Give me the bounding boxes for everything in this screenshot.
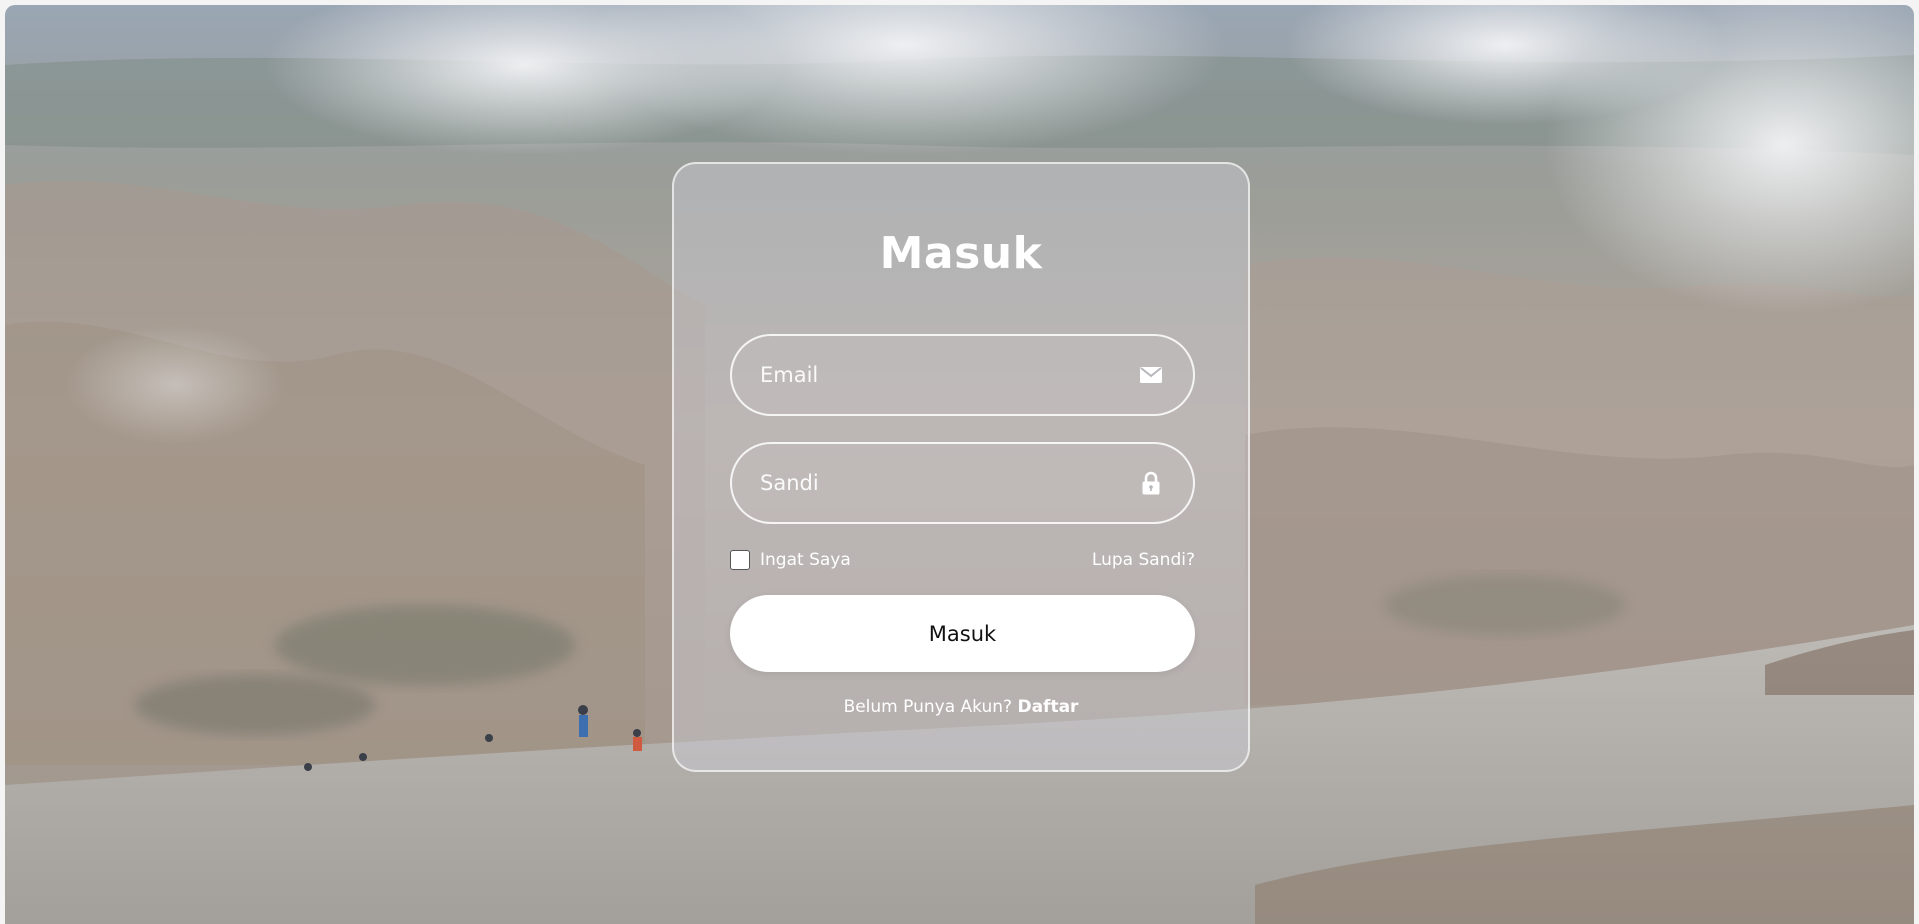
email-input[interactable] [732, 336, 1193, 414]
login-page: Masuk Email Ingat Saya Lupa Sandi? Masuk… [5, 5, 1914, 924]
lock-icon [1137, 469, 1165, 497]
login-title: Masuk [879, 228, 1043, 279]
forgot-password-link[interactable]: Lupa Sandi? [1092, 550, 1195, 570]
password-field-wrapper [730, 442, 1195, 524]
register-prompt: Belum Punya Akun? Daftar [674, 697, 1248, 717]
remember-label: Ingat Saya [760, 550, 851, 570]
login-card: Masuk Email Ingat Saya Lupa Sandi? Masuk… [672, 162, 1250, 772]
email-field-wrapper [730, 334, 1195, 416]
register-prompt-text: Belum Punya Akun? [843, 697, 1013, 717]
envelope-icon [1137, 361, 1165, 389]
login-options-row: Ingat Saya Lupa Sandi? [730, 547, 1195, 573]
login-button[interactable]: Masuk [730, 595, 1195, 672]
register-link[interactable]: Daftar [1017, 697, 1078, 717]
remember-me[interactable]: Ingat Saya [730, 550, 851, 570]
remember-checkbox[interactable] [730, 550, 750, 570]
password-input[interactable] [732, 444, 1193, 522]
